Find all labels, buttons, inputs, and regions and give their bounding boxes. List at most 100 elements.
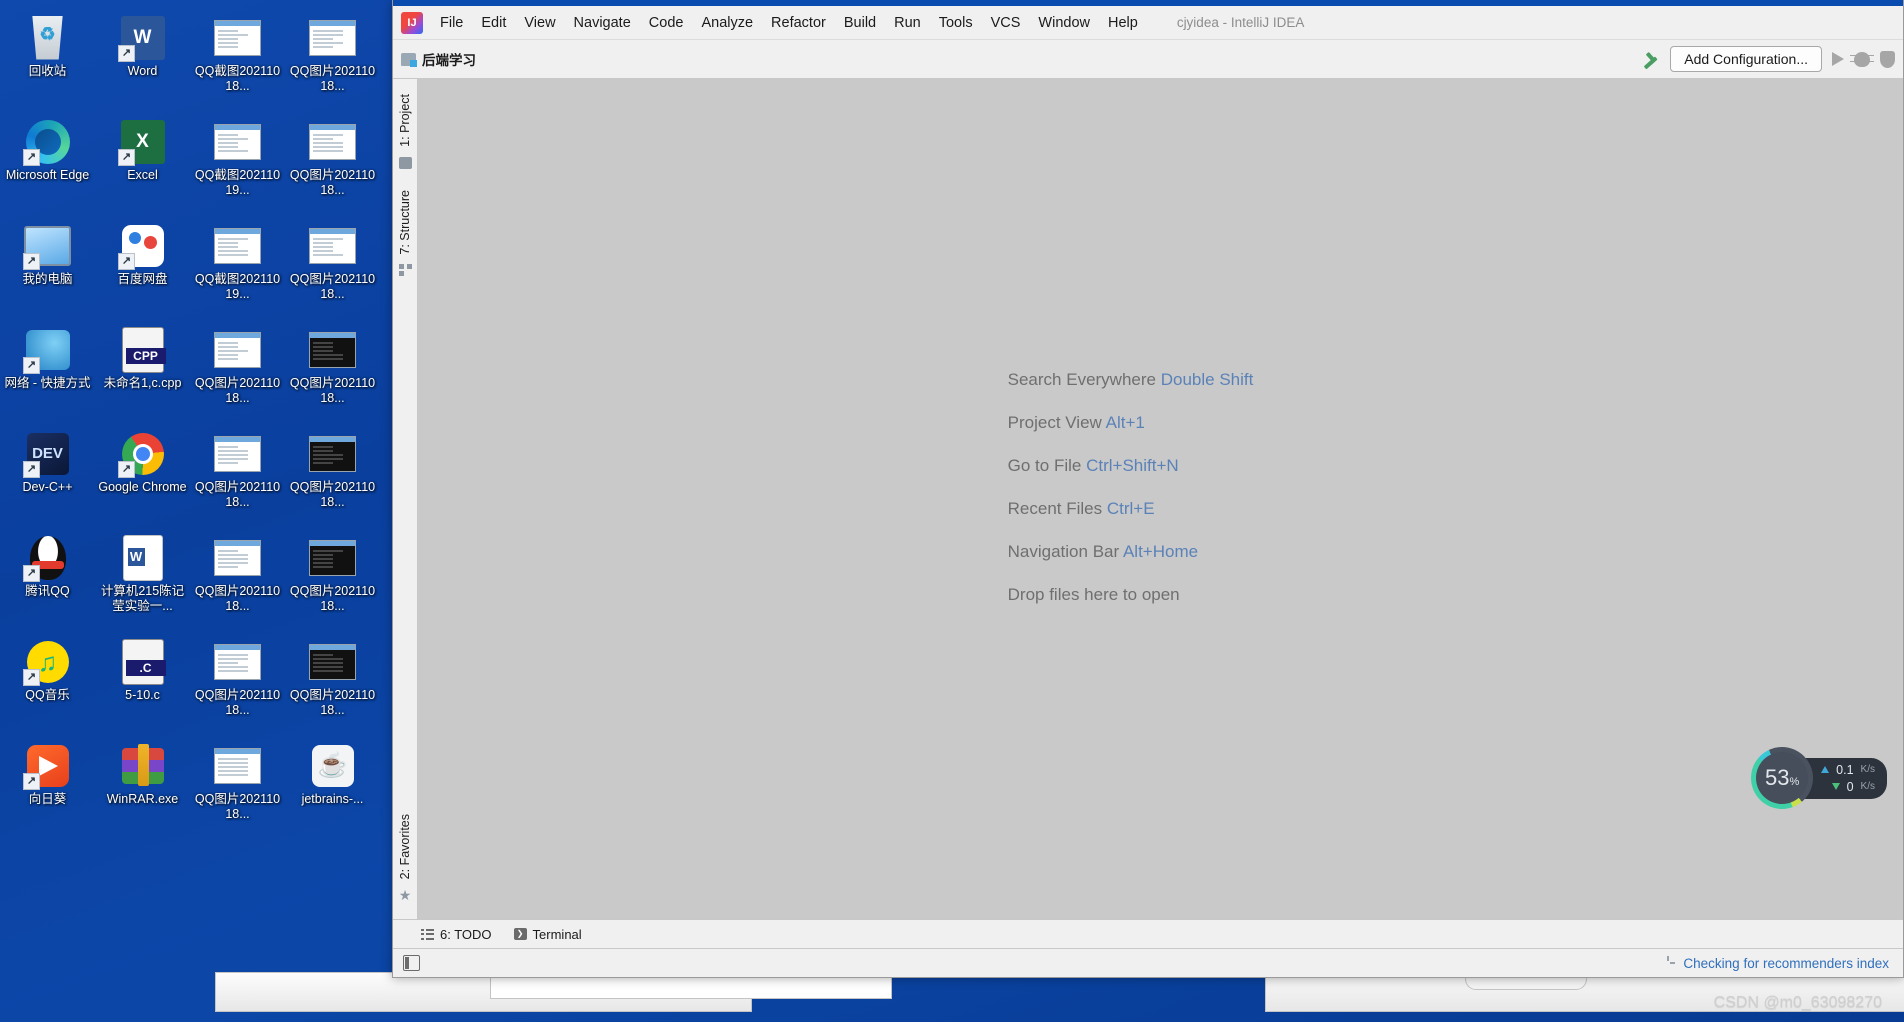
debug-icon[interactable] [1854,52,1870,67]
menu-items: File Edit View Navigate Code Analyze Refactor B… [431,11,1147,35]
hammer-icon[interactable] [1640,49,1660,69]
image-thumbnail-icon [309,638,356,685]
editor-empty-area[interactable]: Search Everywhere Double Shift Project Vi… [418,79,1903,919]
net-icon [24,326,71,373]
desktop-icon[interactable]: 百度网盘 [95,216,190,320]
sidebar-item-project[interactable]: 1: Project [396,87,414,154]
desktop-icon-label: Dev-C++ [2,480,94,495]
editor-hint-row: Go to File Ctrl+Shift+N [1008,456,1254,476]
menu-item-navigate[interactable]: Navigate [565,11,640,35]
image-thumbnail-icon [309,14,356,61]
sidebar-item-favorites[interactable]: 2: Favorites [396,807,414,886]
java-icon [309,742,356,789]
desktop-icon[interactable]: QQ图片20211018... [285,8,380,112]
doc-icon [119,534,166,581]
shortcut-overlay-icon [23,253,40,270]
dotc-icon [119,638,166,685]
desktop-icon[interactable]: WinRAR.exe [95,736,190,840]
desktop-icon-label: 5-10.c [97,688,189,703]
structure-icon[interactable] [399,264,412,276]
desktop-icon[interactable]: QQ图片20211018... [190,528,285,632]
desktop-icon[interactable]: QQ图片20211018... [285,632,380,736]
tool-window-button-todo[interactable]: 6: TODO [421,927,492,942]
status-message[interactable]: Checking for recommenders index [1683,956,1889,971]
intellij-idea-logo-icon [401,12,423,34]
project-folder-icon[interactable] [399,157,412,169]
star-icon[interactable]: ★ [399,889,412,905]
menu-item-vcs[interactable]: VCS [982,11,1030,35]
menu-item-view[interactable]: View [515,11,564,35]
menu-item-tools[interactable]: Tools [930,11,982,35]
desktop-icon[interactable]: QQ图片20211018... [285,112,380,216]
excel-icon: X [119,118,166,165]
desktop-icon[interactable]: X Excel [95,112,190,216]
desktop-icon-label: QQ截图20211019... [192,168,284,197]
menu-item-help[interactable]: Help [1099,11,1147,35]
image-thumbnail-icon [309,222,356,269]
desktop-icon[interactable]: QQ图片20211018... [190,320,285,424]
upload-unit: K/s [1861,764,1875,775]
desktop-icon-grid: 回收站WWordQQ截图20211018...QQ图片20211018...Mi… [0,8,380,840]
desktop-icon[interactable]: QQ音乐 [0,632,95,736]
desktop-icon[interactable]: QQ截图20211019... [190,216,285,320]
desktop-icon[interactable]: 未命名1,c.cpp [95,320,190,424]
menu-item-analyze[interactable]: Analyze [692,11,762,35]
menu-item-file[interactable]: File [431,11,472,35]
run-icon[interactable] [1832,52,1844,66]
image-thumbnail-icon [309,430,356,477]
recycle-icon [24,14,71,61]
desktop-icon[interactable]: 回收站 [0,8,95,112]
desktop-icon[interactable]: QQ图片20211018... [285,320,380,424]
desktop-icon[interactable]: QQ图片20211018... [190,632,285,736]
menu-item-build[interactable]: Build [835,11,885,35]
desktop-icon[interactable]: 5-10.c [95,632,190,736]
desktop-icon[interactable]: Google Chrome [95,424,190,528]
desktop-icon[interactable]: 腾讯QQ [0,528,95,632]
desktop-icon-label: QQ图片20211018... [287,688,379,717]
desktop-icon[interactable]: W Word [95,8,190,112]
download-unit: K/s [1861,781,1875,792]
chrome-icon [119,430,166,477]
shortcut-overlay-icon [23,461,40,478]
desktop-icon[interactable]: QQ截图20211018... [190,8,285,112]
editor-hint-shortcut: Double Shift [1161,370,1254,389]
desktop-icon[interactable]: DEV Dev-C++ [0,424,95,528]
breadcrumb[interactable]: 后端学习 [401,49,476,69]
desktop-icon[interactable]: 网络 - 快捷方式 [0,320,95,424]
performance-widget[interactable]: 53% 0.1 K/s 0 K/s [1751,747,1887,809]
desktop-icon[interactable]: 我的电脑 [0,216,95,320]
desktop-icon[interactable]: QQ截图20211019... [190,112,285,216]
image-thumbnail-icon [214,326,261,373]
dev-icon: DEV [24,430,71,477]
tool-window-button-terminal[interactable]: Terminal [514,927,582,942]
editor-hint-action: Drop files here to open [1008,585,1180,604]
desktop-icon[interactable]: 计算机215陈记莹实验一... [95,528,190,632]
spinner-icon [1661,956,1675,970]
menu-item-code[interactable]: Code [640,11,693,35]
desktop-icon-label: 网络 - 快捷方式 [2,376,94,391]
desktop-icon[interactable]: 向日葵 [0,736,95,840]
desktop-icon[interactable]: QQ图片20211018... [285,424,380,528]
menu-item-refactor[interactable]: Refactor [762,11,835,35]
coverage-icon[interactable] [1880,51,1895,68]
desktop-icon[interactable]: QQ图片20211018... [190,424,285,528]
editor-hint-action: Navigation Bar [1008,542,1120,561]
desktop-icon-label: 腾讯QQ [2,584,94,599]
desktop-icon[interactable]: QQ图片20211018... [285,528,380,632]
sidebar-item-structure[interactable]: 7: Structure [396,183,414,262]
desktop-icon[interactable]: Microsoft Edge [0,112,95,216]
desktop-icon[interactable]: QQ图片20211018... [190,736,285,840]
editor-hint-shortcut: Ctrl+Shift+N [1086,456,1179,475]
intellij-idea-window[interactable]: FileEditViewNavigateCodeAnalyzeRefactorB… [392,0,1904,978]
image-thumbnail-icon [214,118,261,165]
sidebar-item-structure-label: 7: Structure [398,190,412,255]
menu-item-run[interactable]: Run [885,11,930,35]
toolbar-actions: Add Configuration... [1640,46,1895,72]
menu-item-window[interactable]: Window [1029,11,1099,35]
menu-item-edit[interactable]: Edit [472,11,515,35]
layout-toggle-icon[interactable] [403,955,420,971]
add-configuration-button[interactable]: Add Configuration... [1670,46,1822,72]
desktop-icon[interactable]: jetbrains-... [285,736,380,840]
editor-hint-row: Project View Alt+1 [1008,413,1254,433]
desktop-icon[interactable]: QQ图片20211018... [285,216,380,320]
